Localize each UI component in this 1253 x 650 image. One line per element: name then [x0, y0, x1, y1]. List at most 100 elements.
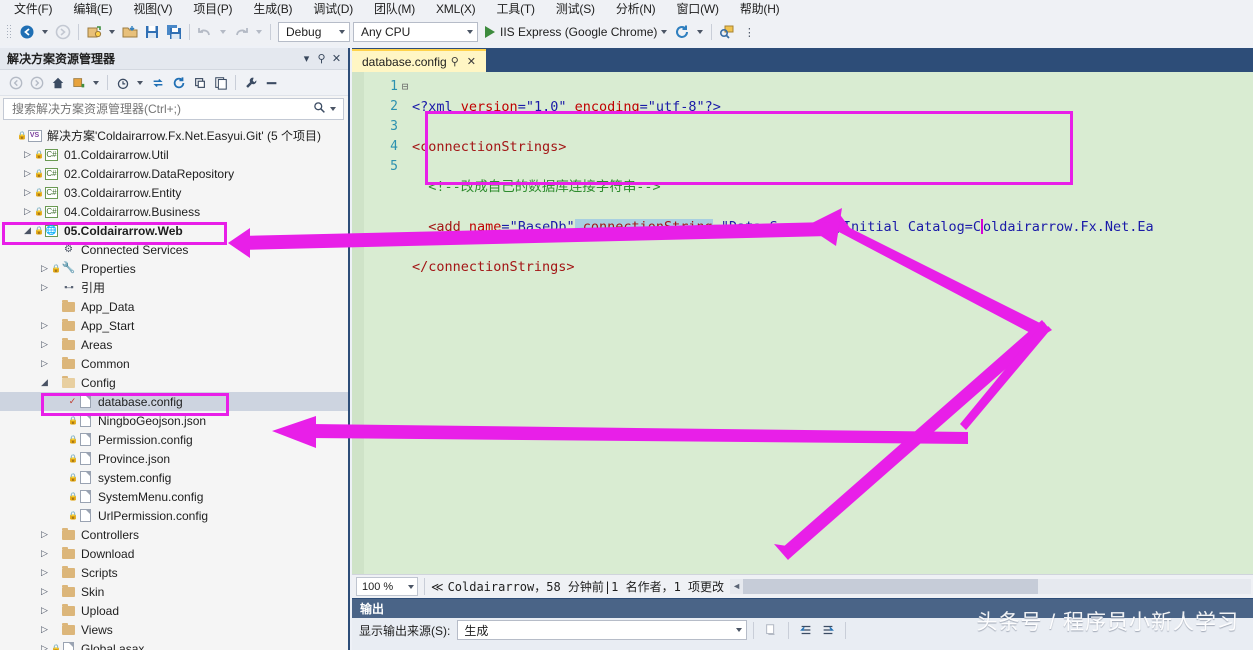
tree-item-controllers[interactable]: ▷Controllers [0, 525, 348, 544]
chevron-right-icon[interactable]: ▷ [38, 320, 51, 331]
tree-item-ningbogeojson-json[interactable]: 🔒NingboGeojson.json [0, 411, 348, 430]
pending-changes-caret-icon[interactable] [93, 81, 99, 85]
chevron-down-icon[interactable]: ▾ [299, 51, 314, 67]
chevron-right-icon[interactable]: ▷ [38, 339, 51, 350]
back-icon[interactable] [5, 73, 26, 93]
tree-item-skin[interactable]: ▷Skin [0, 582, 348, 601]
refresh-solution-icon[interactable] [147, 73, 168, 93]
tree-item-coldairarrow-fx-net-easyui-git-5[interactable]: 🔒VS解决方案'Coldairarrow.Fx.Net.Easyui.Git' … [0, 126, 348, 145]
menu-item-debug[interactable]: 调试(D) [303, 0, 364, 18]
toolbar-grip[interactable] [6, 24, 13, 40]
solution-tree[interactable]: 🔒VS解决方案'Coldairarrow.Fx.Net.Easyui.Git' … [0, 124, 348, 650]
pending-changes-icon[interactable] [68, 73, 89, 93]
code-editor[interactable]: 1 2 3 4 5 ⊟ <?xml version="1.0" encoding… [352, 72, 1253, 574]
save-all-icon[interactable] [163, 21, 185, 43]
menu-item-test[interactable]: 测试(S) [546, 0, 606, 18]
scrollbar-track[interactable] [743, 579, 1251, 594]
chevron-right-icon[interactable]: ▷ [38, 282, 51, 293]
menu-item-edit[interactable]: 编辑(E) [63, 0, 123, 18]
menu-item-build[interactable]: 生成(B) [243, 0, 303, 18]
navigate-backward-caret-icon[interactable] [42, 30, 48, 34]
tree-item-04-coldairarrow-business[interactable]: ▷🔒C#04.Coldairarrow.Business [0, 202, 348, 221]
chevron-right-icon[interactable]: ▷ [38, 605, 51, 616]
close-icon[interactable]: ✕ [463, 55, 480, 68]
refresh-icon[interactable] [168, 73, 189, 93]
tree-item-app-data[interactable]: App_Data [0, 297, 348, 316]
refresh-caret-icon[interactable] [697, 30, 703, 34]
tree-item-05-coldairarrow-web[interactable]: ◢🔒🌐05.Coldairarrow.Web [0, 221, 348, 240]
chevron-right-icon[interactable]: ▷ [21, 206, 34, 217]
forward-icon[interactable] [26, 73, 47, 93]
sync-with-active-document-icon[interactable] [112, 73, 133, 93]
menu-item-analyze[interactable]: 分析(N) [606, 0, 667, 18]
preview-selected-items-icon[interactable] [261, 73, 282, 93]
chevron-right-icon[interactable]: ▷ [38, 624, 51, 635]
tree-item-app-start[interactable]: ▷App_Start [0, 316, 348, 335]
code-text[interactable]: <?xml version="1.0" encoding="utf-8"?> <… [412, 72, 1253, 574]
find-in-files-icon[interactable] [716, 21, 738, 43]
solution-configuration-combo[interactable]: Debug [278, 22, 350, 42]
go-to-next-message-icon[interactable] [817, 620, 839, 640]
tree-item-scripts[interactable]: ▷Scripts [0, 563, 348, 582]
chevron-down-icon[interactable]: ◢ [21, 225, 34, 236]
new-project-caret-icon[interactable] [109, 30, 115, 34]
search-input[interactable] [10, 101, 313, 117]
chevron-right-icon[interactable]: ▷ [38, 358, 51, 369]
chevron-right-icon[interactable]: ▷ [38, 529, 51, 540]
menu-item-xml[interactable]: XML(X) [426, 0, 486, 18]
tree-item-province-json[interactable]: 🔒Province.json [0, 449, 348, 468]
tree-item-download[interactable]: ▷Download [0, 544, 348, 563]
chevron-down-icon[interactable]: ◢ [38, 377, 51, 388]
tree-item-common[interactable]: ▷Common [0, 354, 348, 373]
tree-item-global-asax[interactable]: ▷🔒Global.asax [0, 639, 348, 650]
menu-item-team[interactable]: 团队(M) [364, 0, 426, 18]
horizontal-scrollbar[interactable]: ◄ [730, 579, 1251, 594]
home-icon[interactable] [47, 73, 68, 93]
redo-caret-icon[interactable] [256, 30, 262, 34]
tree-item-01-coldairarrow-util[interactable]: ▷🔒C#01.Coldairarrow.Util [0, 145, 348, 164]
open-file-icon[interactable] [119, 21, 141, 43]
undo-caret-icon[interactable] [220, 30, 226, 34]
pin-icon[interactable]: ⚲ [314, 51, 329, 67]
solution-platform-combo[interactable]: Any CPU [353, 22, 478, 42]
menu-item-tools[interactable]: 工具(T) [486, 0, 545, 18]
properties-wrench-icon[interactable] [240, 73, 261, 93]
chevron-right-icon[interactable]: ▷ [38, 586, 51, 597]
tree-item-upload[interactable]: ▷Upload [0, 601, 348, 620]
undo-icon[interactable] [194, 21, 216, 43]
zoom-level-combo[interactable]: 100 % [356, 577, 418, 596]
menu-item-view[interactable]: 视图(V) [123, 0, 183, 18]
tree-item-config[interactable]: ◢Config [0, 373, 348, 392]
chevron-right-icon[interactable]: ▷ [38, 567, 51, 578]
tree-item-properties[interactable]: ▷🔒🔧Properties [0, 259, 348, 278]
tree-item-system-config[interactable]: 🔒system.config [0, 468, 348, 487]
search-options-caret-icon[interactable] [330, 107, 336, 111]
save-icon[interactable] [141, 21, 163, 43]
tree-item-views[interactable]: ▷Views [0, 620, 348, 639]
show-all-files-icon[interactable] [210, 73, 231, 93]
chevron-right-icon[interactable]: ▷ [21, 187, 34, 198]
sync-caret-icon[interactable] [137, 81, 143, 85]
refresh-icon[interactable] [671, 21, 693, 43]
menu-item-help[interactable]: 帮助(H) [730, 0, 791, 18]
toggle-word-wrap-icon[interactable] [795, 620, 817, 640]
start-debugging-icon[interactable] [485, 26, 495, 38]
code-lens-blame-text[interactable]: Coldairarrow，58 分钟前|1 名作者，1 项更改 [448, 578, 725, 595]
solution-explorer-search[interactable] [3, 98, 344, 120]
tree-item-connected-services[interactable]: ⚙Connected Services [0, 240, 348, 259]
search-icon[interactable] [313, 101, 328, 117]
tree-item-areas[interactable]: ▷Areas [0, 335, 348, 354]
menu-item-project[interactable]: 项目(P) [183, 0, 243, 18]
scrollbar-thumb[interactable] [743, 579, 1038, 594]
navigate-backward-icon[interactable] [16, 21, 38, 43]
chevron-right-icon[interactable]: ▷ [38, 643, 51, 650]
pin-icon[interactable]: ⚲ [447, 55, 463, 68]
chevron-right-icon[interactable]: ▷ [38, 263, 51, 274]
tree-item-03-coldairarrow-entity[interactable]: ▷🔒C#03.Coldairarrow.Entity [0, 183, 348, 202]
output-source-combo[interactable]: 生成 [457, 620, 747, 640]
code-lens-prefix-icon[interactable]: ≪ [431, 580, 448, 594]
tab-database-config[interactable]: database.config ⚲ ✕ [352, 49, 486, 72]
redo-icon[interactable] [230, 21, 252, 43]
fold-marker-collapse[interactable]: ⊟ [398, 77, 412, 97]
start-debugging-caret-icon[interactable] [661, 30, 667, 34]
